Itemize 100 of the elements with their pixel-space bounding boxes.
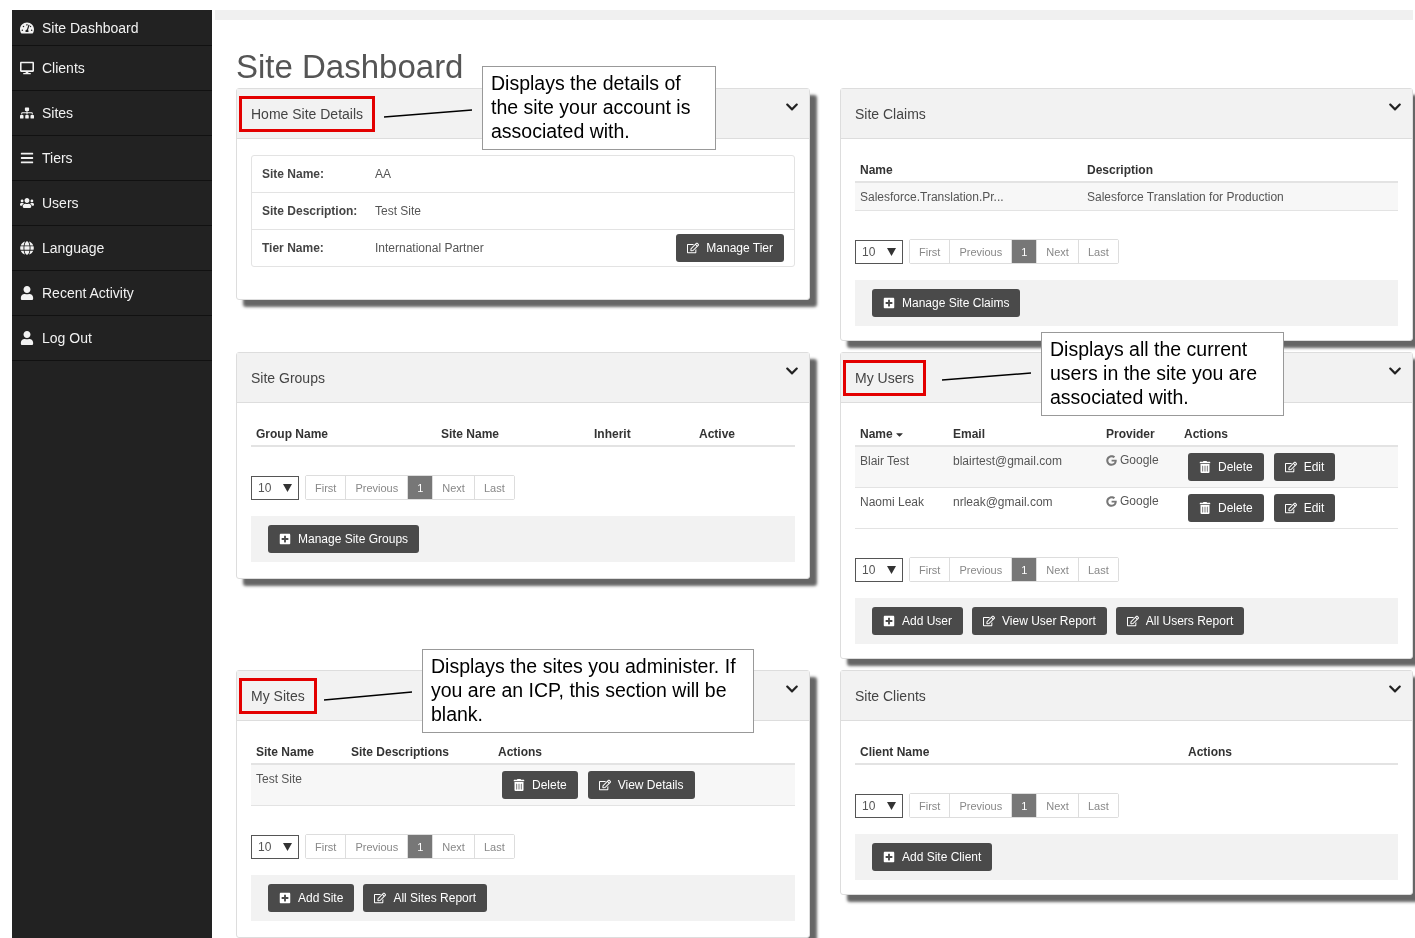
column-header[interactable]: Name bbox=[860, 427, 905, 441]
panel-title: My Sites bbox=[239, 677, 317, 714]
action-button[interactable]: View Details bbox=[587, 771, 695, 799]
sidebar-item[interactable]: Recent Activity bbox=[12, 271, 212, 316]
action-button[interactable]: Add Site bbox=[268, 884, 355, 912]
g-icon bbox=[1106, 495, 1117, 507]
edit-icon bbox=[687, 242, 700, 254]
column-header: Site Name bbox=[441, 427, 500, 441]
edit-icon bbox=[983, 615, 996, 627]
column-header: Client Name bbox=[860, 745, 930, 759]
menu-icon bbox=[20, 151, 34, 165]
gauge-icon bbox=[20, 20, 34, 35]
detail-label: Site Name: bbox=[262, 167, 326, 181]
detail-value: Test Site bbox=[375, 204, 423, 218]
table-cell: blairtest@gmail.com bbox=[953, 454, 1062, 468]
detail-label: Tier Name: bbox=[262, 241, 325, 255]
plus-icon bbox=[883, 297, 895, 309]
action-button[interactable]: All Sites Report bbox=[363, 884, 488, 912]
action-button[interactable]: Add Site Client bbox=[872, 843, 993, 871]
provider-label: Google bbox=[1106, 494, 1159, 508]
caret-icon bbox=[887, 247, 896, 256]
user-icon bbox=[20, 286, 34, 300]
monitor-icon bbox=[20, 61, 34, 75]
pager-button[interactable]: 1 bbox=[1011, 794, 1037, 817]
page-size-select[interactable]: 10 bbox=[855, 239, 903, 264]
action-button[interactable]: Delete bbox=[502, 771, 578, 799]
page-size-select[interactable]: 10 bbox=[855, 793, 903, 818]
action-button[interactable]: View User Report bbox=[972, 607, 1107, 635]
plus-icon bbox=[883, 851, 895, 863]
column-header: Site Descriptions bbox=[351, 745, 450, 759]
pager-button[interactable]: 1 bbox=[1011, 558, 1037, 581]
column-header: Actions bbox=[1184, 427, 1228, 441]
caret-icon bbox=[887, 801, 896, 810]
table-cell: Blair Test bbox=[860, 454, 910, 468]
column-header: Inherit bbox=[594, 427, 631, 441]
trash-icon bbox=[513, 779, 525, 791]
users-icon bbox=[20, 196, 34, 210]
action-button[interactable]: Delete bbox=[1188, 453, 1264, 481]
plus-icon bbox=[279, 533, 291, 545]
column-header: Active bbox=[699, 427, 736, 441]
action-button[interactable]: Edit bbox=[1273, 453, 1336, 481]
pager-button[interactable]: Last bbox=[1077, 558, 1118, 581]
g-icon bbox=[1106, 454, 1117, 466]
panel-title: Home Site Details bbox=[239, 95, 376, 132]
action-button[interactable]: All Users Report bbox=[1115, 607, 1245, 635]
plus-icon bbox=[279, 892, 291, 904]
column-header: Group Name bbox=[256, 427, 328, 441]
callout-text: Displays the details of the site your account is associated with. bbox=[482, 66, 716, 150]
table-cell: nrleak@gmail.com bbox=[953, 495, 1053, 509]
pager-button[interactable]: 1 bbox=[1011, 240, 1037, 263]
sidebar-item[interactable]: Clients bbox=[12, 46, 212, 91]
panel-title: My Users bbox=[843, 359, 927, 396]
panel-title: Site Claims bbox=[855, 105, 926, 122]
table-cell: Naomi Leak bbox=[860, 495, 925, 509]
action-button[interactable]: Manage Tier bbox=[676, 234, 784, 262]
action-button[interactable]: Edit bbox=[1273, 494, 1336, 522]
callout-text: Displays all the current users in the site you are associated with. bbox=[1041, 332, 1284, 416]
caret-icon bbox=[887, 565, 896, 574]
detail-value: AA bbox=[375, 167, 392, 181]
globe-icon bbox=[20, 241, 34, 255]
pager-button[interactable]: Last bbox=[473, 476, 514, 499]
panel-title: Site Clients bbox=[855, 687, 926, 704]
edit-icon bbox=[1126, 615, 1139, 627]
sidebar-item[interactable]: Site Dashboard bbox=[12, 10, 212, 46]
sidebar-item[interactable]: Language bbox=[12, 226, 212, 271]
column-header: Provider bbox=[1106, 427, 1155, 441]
sidebar-item[interactable]: Users bbox=[12, 181, 212, 226]
pager-button[interactable]: Last bbox=[1077, 794, 1118, 817]
column-header: Email bbox=[953, 427, 985, 441]
column-header: Actions bbox=[498, 745, 542, 759]
plus-icon bbox=[883, 615, 895, 627]
action-button[interactable]: Manage Site Groups bbox=[268, 525, 420, 553]
action-button[interactable]: Manage Site Claims bbox=[872, 289, 1021, 317]
sidebar-item[interactable]: Tiers bbox=[12, 136, 212, 181]
column-header: Description bbox=[1087, 163, 1153, 177]
pager-button[interactable]: Last bbox=[473, 835, 514, 858]
table-cell: Salesforce.Translation.Pr... bbox=[860, 190, 1004, 204]
page-title: Site Dashboard bbox=[236, 48, 464, 86]
pager-button[interactable]: Last bbox=[1077, 240, 1118, 263]
page-size-select[interactable]: 10 bbox=[251, 475, 299, 500]
sidebar-item[interactable]: Sites bbox=[12, 91, 212, 136]
action-button[interactable]: Delete bbox=[1188, 494, 1264, 522]
page-size-select[interactable]: 10 bbox=[251, 834, 299, 859]
edit-icon bbox=[1284, 461, 1297, 473]
trash-icon bbox=[1199, 461, 1211, 473]
action-button[interactable]: Add User bbox=[872, 607, 964, 635]
column-header: Name bbox=[860, 163, 893, 177]
sidebar-item[interactable]: Log Out bbox=[12, 316, 212, 361]
detail-value: International Partner bbox=[375, 241, 485, 255]
page-size-select[interactable]: 10 bbox=[855, 557, 903, 582]
callout-text: Displays the sites you administer. If you are an ICP, this section will be blank. bbox=[422, 649, 754, 733]
table-cell: Test Site bbox=[256, 772, 303, 786]
pager-button[interactable]: 1 bbox=[407, 476, 433, 499]
edit-icon bbox=[1284, 502, 1297, 514]
column-header: Actions bbox=[1188, 745, 1232, 759]
sitemap-icon bbox=[20, 106, 34, 120]
column-header: Site Name bbox=[256, 745, 315, 759]
edit-icon bbox=[598, 779, 611, 791]
provider-label: Google bbox=[1106, 453, 1159, 467]
pager-button[interactable]: 1 bbox=[407, 835, 433, 858]
